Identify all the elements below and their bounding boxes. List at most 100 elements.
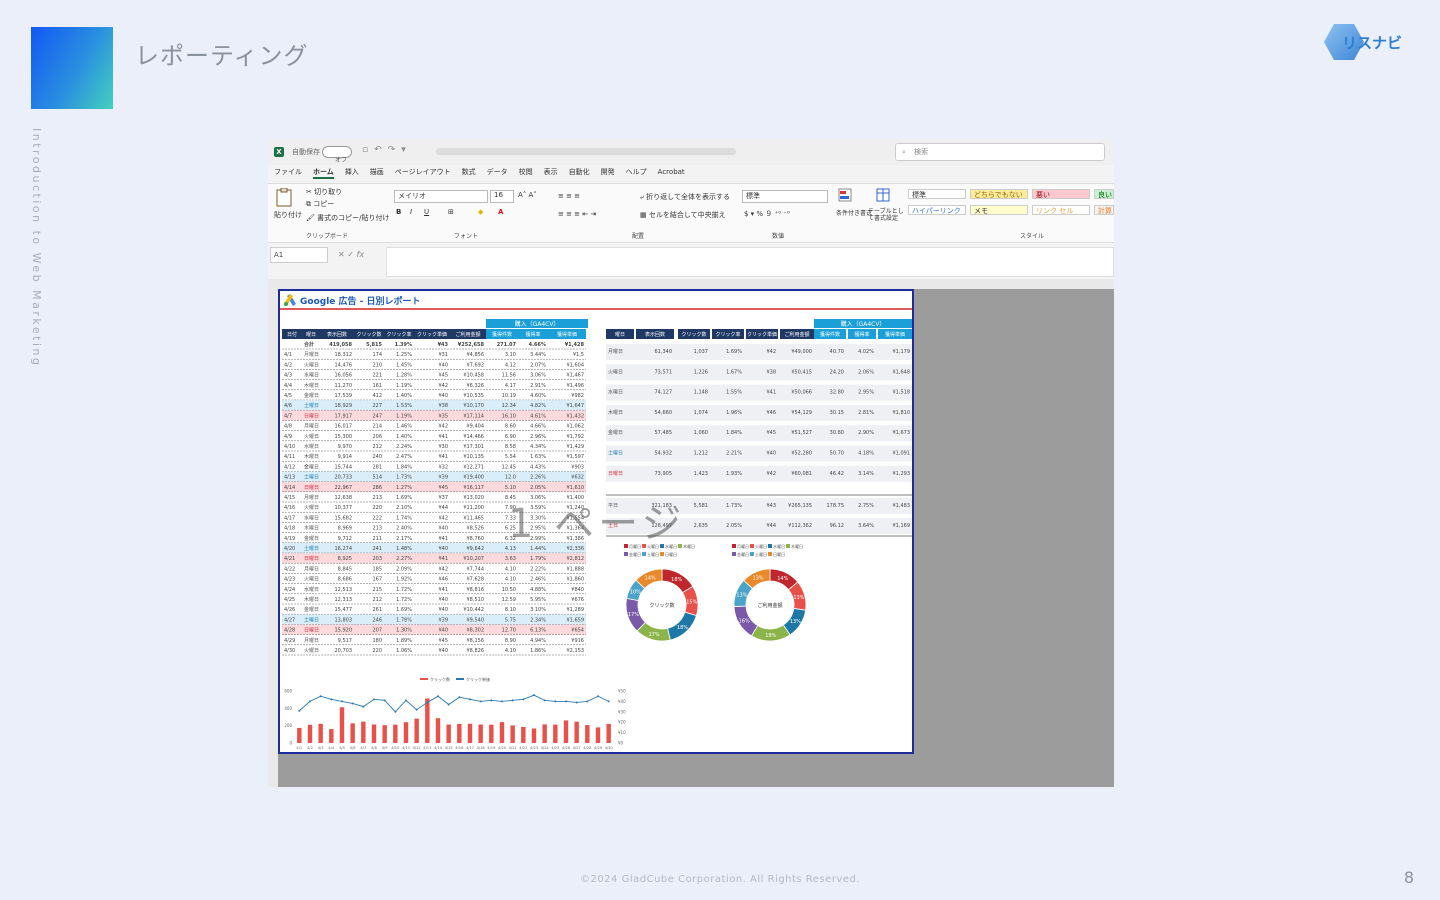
align-top-icon[interactable]: ≡ ≡ ≡ [558, 192, 580, 200]
daily-cell-4-6: ¥10,535 [463, 393, 484, 399]
title-bar: X 自動保存 オフ ▫↶↷▾ ⌕ 検索 [268, 139, 1114, 165]
daily-cell-19-4: 1.48% [396, 546, 412, 552]
name-box[interactable]: A1 [270, 247, 328, 263]
daily-cell-18-0: 4/19 [284, 536, 295, 542]
daily-cell-24-7: 12.59 [502, 597, 516, 603]
cell-style-4[interactable]: ハイパーリンク [908, 205, 966, 215]
save-icon[interactable]: ▫ [362, 145, 374, 155]
daily-cell-6-6: ¥17,114 [463, 413, 484, 419]
cell-style-0[interactable]: 標準 [908, 189, 966, 199]
italic-button[interactable]: I [410, 208, 412, 216]
daily-total-cell: 合計 [303, 341, 314, 348]
daily-cell-5-8: 4.82% [530, 403, 546, 409]
combo-line-point-24 [554, 700, 557, 703]
menu-tab-11[interactable]: ヘルプ [626, 167, 647, 177]
daily-cell-11-6: ¥12,271 [463, 464, 484, 470]
conditional-format-label[interactable]: 条件付き書式 [836, 208, 872, 217]
menu-tab-12[interactable]: Acrobat [658, 168, 685, 176]
weekday-total-cell-0-2: 5,581 [694, 503, 708, 509]
combo-xtick-29: 4/30 [605, 746, 614, 750]
daily-cell-18-3: 211 [372, 536, 382, 542]
cell-style-5[interactable]: メモ [970, 205, 1028, 215]
fill-color-icon[interactable]: ◆ [478, 208, 483, 216]
table-format-icon[interactable] [876, 188, 890, 204]
weekday-cell-2-7: 2.95% [858, 390, 874, 396]
percent-style-icon[interactable]: $ ▾ % ９ ⁺⁰ ⁻⁰ [744, 209, 790, 219]
font-name-select[interactable]: メイリオ [394, 190, 488, 203]
daily-cell-27-7: 12.70 [502, 628, 516, 634]
weekday-cell-1-8: ¥1,648 [893, 369, 911, 375]
bold-button[interactable]: B [396, 208, 401, 216]
daily-cell-2-4: 1.28% [396, 373, 412, 379]
daily-cell-18-4: 2.17% [396, 536, 412, 542]
combo-line-point-21 [522, 698, 525, 701]
daily-cell-1-0: 4/2 [284, 362, 292, 368]
formula-input[interactable] [386, 247, 1114, 277]
merge-center-button[interactable]: ▦ セルを結合して中央揃え [640, 210, 726, 220]
font-size-select[interactable]: 16 [490, 190, 514, 203]
combo-bar-0 [297, 727, 302, 743]
combo-bar-21 [521, 726, 526, 743]
worksheet-page[interactable]: Google 広告 - 日別レポート 購入（GA4CV） 日付 曜日 表示回数 クリック… [278, 289, 914, 754]
menu-tab-6[interactable]: データ [487, 167, 508, 177]
daily-cell-10-3: 240 [372, 454, 382, 460]
copy-button[interactable]: ⧉ コピー [306, 199, 334, 209]
undo-icon[interactable]: ↶ [374, 145, 388, 155]
document-title-blurred [436, 148, 736, 155]
redo-icon[interactable]: ↷ [388, 145, 402, 155]
menu-tab-1[interactable]: ホーム [313, 167, 334, 179]
combo-bar-11 [414, 718, 419, 743]
cell-style-6[interactable]: リンク セル [1032, 205, 1090, 215]
combo-xtick-4: 4/5 [339, 746, 345, 750]
cell-style-7[interactable]: 計算 [1094, 205, 1114, 215]
daily-header-4: クリック率 [386, 331, 411, 338]
font-color-icon[interactable]: A [498, 208, 503, 216]
combo-xtick-23: 4/24 [541, 746, 550, 750]
combo-line-point-0 [298, 709, 301, 712]
menu-tab-5[interactable]: 数式 [462, 167, 476, 177]
menu-tab-9[interactable]: 自動化 [569, 167, 590, 177]
daily-cell-26-3: 246 [372, 617, 382, 623]
underline-button[interactable]: U [424, 208, 429, 216]
conditional-format-icon[interactable] [838, 188, 852, 204]
grow-font-icon[interactable]: A˄ A˅ [518, 191, 537, 199]
format-painter-button[interactable]: 🖌 書式のコピー/貼り付け [306, 213, 389, 223]
menu-tab-0[interactable]: ファイル [274, 167, 302, 177]
weekday-cell-5-2: 1,212 [694, 451, 708, 457]
daily-cell-1-6: ¥7,692 [467, 362, 485, 368]
daily-cell-29-1: 火曜日 [304, 648, 319, 654]
wrap-text-button[interactable]: ⤶ 折り返して全体を表示する [640, 192, 730, 202]
cv-header: 購入（GA4CV） [515, 320, 560, 328]
quick-access-toolbar[interactable]: ▫↶↷▾ [362, 145, 412, 155]
menu-tab-8[interactable]: 表示 [544, 167, 558, 177]
menu-tab-2[interactable]: 挿入 [345, 167, 359, 177]
combo-line-point-14 [447, 703, 450, 706]
paste-button[interactable]: 貼り付け [274, 210, 302, 220]
table-format-label[interactable]: テーブルとして書式設定 [868, 208, 904, 222]
autosave-toggle[interactable]: オフ [322, 146, 352, 164]
daily-cell-4-9: ¥982 [571, 393, 584, 399]
number-format-select[interactable]: 標準 [742, 190, 828, 203]
cell-style-2[interactable]: 悪い [1032, 189, 1090, 199]
combo-bar-8 [382, 725, 387, 743]
daily-cell-10-7: 5.54 [505, 454, 516, 460]
fx-icon[interactable]: ✕ ✓ fx [338, 250, 364, 259]
cell-style-3[interactable]: 良い [1094, 189, 1114, 199]
combo-line-point-5 [351, 702, 354, 705]
weekday-header-4: クリック単価 [747, 331, 777, 338]
cut-button[interactable]: ✂ 切り取り [306, 187, 342, 197]
combo-y2tick-10: ¥10 [618, 730, 626, 735]
combo-legend-1: クリック単価 [466, 676, 490, 682]
daily-cell-9-9: ¥1,429 [567, 444, 585, 450]
chevron-down-icon[interactable]: ▾ [401, 145, 412, 155]
align-center-icon[interactable]: ≡ ≡ ≡ ⇤ ⇥ [558, 210, 596, 218]
cell-style-1[interactable]: どちらでもない [970, 189, 1028, 199]
menu-tab-3[interactable]: 描画 [370, 167, 384, 177]
daily-cell-5-3: 227 [372, 403, 382, 409]
menu-tab-4[interactable]: ページレイアウト [395, 167, 451, 177]
menu-tab-7[interactable]: 校閲 [519, 167, 533, 177]
border-icon[interactable]: ⊞ [448, 208, 454, 216]
menu-tab-10[interactable]: 開発 [601, 167, 615, 177]
search-input[interactable]: ⌕ 検索 [895, 143, 1105, 161]
paste-icon[interactable] [274, 187, 296, 210]
